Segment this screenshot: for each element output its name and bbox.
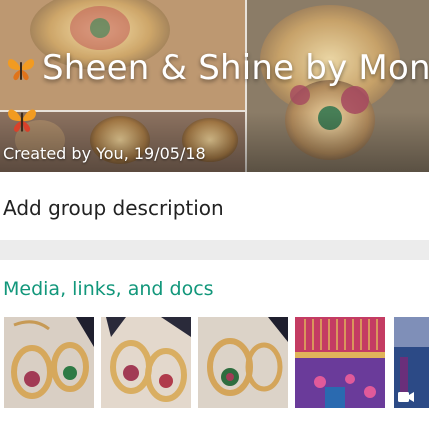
media-links-docs-section[interactable]: Media, links, and docs <box>0 260 429 429</box>
media-thumbnail[interactable] <box>101 317 191 408</box>
butterfly-icon <box>6 51 36 91</box>
header-overlay <box>0 112 429 172</box>
group-name[interactable]: Sheen & Shine by Mona <box>6 48 429 91</box>
media-thumbnail[interactable] <box>4 317 94 408</box>
group-description-section[interactable]: Add group description <box>0 172 429 240</box>
video-camera-icon <box>398 391 414 403</box>
media-thumbnail[interactable] <box>295 317 385 408</box>
media-links-docs-heading[interactable]: Media, links, and docs <box>3 278 214 300</box>
butterfly-icon <box>6 106 38 138</box>
group-name-text: Sheen & Shine by Mona <box>42 48 429 88</box>
media-thumbnail-video[interactable] <box>394 317 429 408</box>
section-divider <box>0 240 429 260</box>
group-header: Sheen & Shine by Mona Created by You, 19… <box>0 0 429 172</box>
created-by-text: Created by You, 19/05/18 <box>3 144 206 163</box>
media-thumbnail[interactable] <box>198 317 288 408</box>
add-group-description[interactable]: Add group description <box>3 196 224 220</box>
media-thumbnail-row <box>4 317 429 408</box>
